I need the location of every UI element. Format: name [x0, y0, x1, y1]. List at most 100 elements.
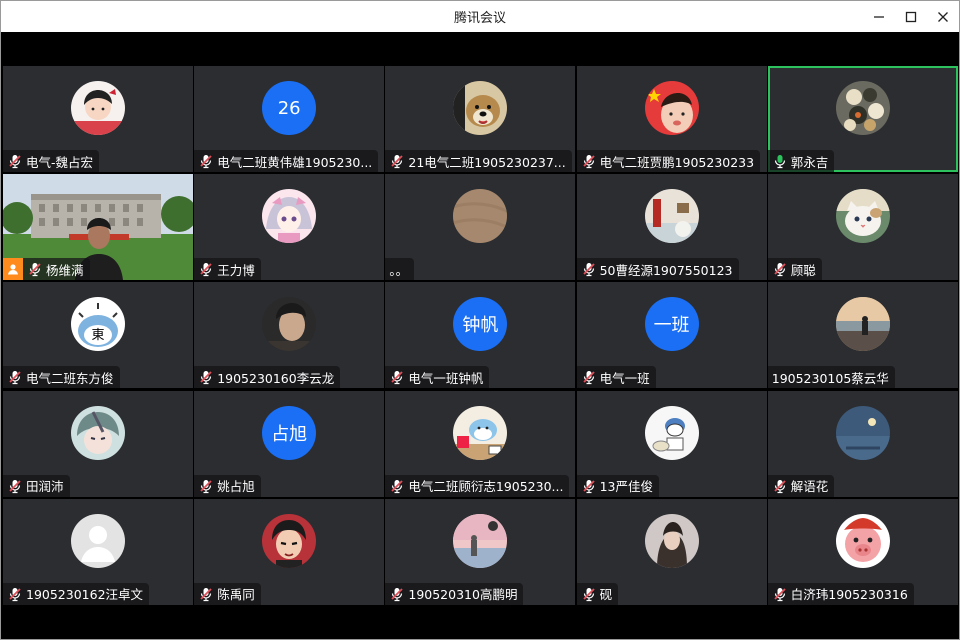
participant-tile[interactable]: 郭永吉: [767, 66, 958, 172]
participant-tile[interactable]: 21电气二班1905230237...: [385, 66, 576, 172]
minimize-icon: [874, 15, 884, 18]
participant-name-bar: 50曹经源1907550123: [576, 258, 739, 281]
participant-name: 190520310高鹏明: [408, 587, 518, 603]
participant-name: 电气一班钟帆: [408, 370, 484, 386]
cartoon-boy-icon: [71, 81, 125, 135]
participant-name-bar: 姚占旭: [194, 474, 261, 497]
participant-name: 1905230105蔡云华: [771, 370, 889, 386]
close-button[interactable]: [927, 1, 959, 32]
participant-name-bar: 田润沛: [3, 474, 70, 497]
participant-tile[interactable]: 电气-魏占宏: [3, 66, 193, 172]
participant-tile[interactable]: 陈禹同: [194, 498, 385, 605]
host-badge: [3, 258, 23, 281]
mic-on-icon: [774, 155, 785, 169]
participant-tile[interactable]: 钟帆电气一班钟帆: [385, 282, 576, 389]
participant-tile[interactable]: 电气二班贾鹏1905230233: [576, 66, 767, 172]
participant-name: 50曹经源1907550123: [599, 262, 733, 278]
mic-muted-icon: [582, 587, 595, 601]
window-title: 腾讯会议: [453, 11, 506, 26]
participant-name-bar: 电气二班东方俊: [3, 366, 120, 389]
participant-tile[interactable]: 电气二班顾衍志1905230...: [385, 390, 576, 497]
cat-icon: [835, 189, 890, 244]
mic-muted-icon: [774, 479, 786, 493]
participant-name-bar: 电气一班钟帆: [385, 366, 490, 389]
wood-icon: [453, 189, 508, 244]
participant-tile[interactable]: 顾聪: [767, 174, 958, 281]
participant-tile[interactable]: 杨维满: [3, 174, 193, 281]
participant-name-bar: 1905230160李云龙: [194, 366, 341, 389]
participant-name-bar: 13严佳俊: [576, 474, 659, 497]
food-icon: [835, 81, 890, 135]
table-icon: [644, 189, 699, 244]
piggy-icon: [835, 513, 890, 568]
participant-tile[interactable]: 砚: [576, 498, 767, 605]
participant-tile[interactable]: 26 电气二班黄伟雄1905230...: [194, 66, 385, 172]
participant-name-bar: 电气-魏占宏: [3, 150, 100, 172]
participant-name-bar: 砚: [576, 582, 619, 605]
participant-tile[interactable]: 占旭姚占旭: [194, 390, 385, 497]
mic-muted-icon: [200, 371, 212, 385]
mic-muted-icon: [391, 371, 404, 385]
maximize-button[interactable]: [895, 1, 927, 32]
participant-tile[interactable]: 1905230162汪卓文: [3, 498, 193, 605]
participant-tile[interactable]: 東电气二班东方俊: [3, 282, 193, 389]
participant-name-bar: 电气一班: [576, 366, 656, 389]
participant-name: 陈禹同: [217, 587, 255, 603]
participant-tile[interactable]: 王力博: [194, 174, 385, 281]
participant-name: 1905230162汪卓文: [26, 587, 144, 603]
mic-muted-icon: [200, 587, 212, 601]
participant-name-bar: 190520310高鹏明: [385, 582, 524, 605]
participant-tile[interactable]: 190520310高鹏明: [385, 498, 576, 605]
avatar-text: 钟帆: [462, 315, 499, 337]
participant-tile[interactable]: 解语花: [767, 390, 958, 497]
participant-name-bar: 解语花: [767, 474, 835, 497]
participant-tile[interactable]: 1905230160李云龙: [194, 282, 385, 389]
participant-name: 解语花: [790, 479, 829, 495]
participant-name-bar: 电气二班贾鹏1905230233: [576, 150, 761, 172]
moon-icon: [835, 405, 890, 460]
participant-tile[interactable]: 白济玮1905230316: [767, 498, 958, 605]
shark-icon: 東: [71, 297, 125, 352]
participant-tile[interactable]: 一班电气一班: [576, 282, 767, 389]
participant-tile[interactable]: 。。: [385, 174, 576, 281]
participant-name: 姚占旭: [217, 479, 255, 495]
participant-name: 21电气二班1905230237...: [408, 154, 566, 170]
mic-muted-icon: [200, 479, 212, 493]
maximize-icon: [905, 11, 917, 22]
participant-name-bar: 王力博: [194, 258, 261, 281]
participant-name-bar: 白济玮1905230316: [767, 582, 914, 605]
participant-name: 电气-魏占宏: [26, 154, 94, 170]
mic-muted-icon: [582, 479, 595, 493]
mic-muted-icon: [391, 587, 404, 601]
close-icon: [938, 11, 948, 22]
child-flag-icon: [644, 81, 699, 135]
mic-muted-icon: [582, 155, 595, 169]
participant-tile[interactable]: 13严佳俊: [576, 390, 767, 497]
participant-name-bar: 21电气二班1905230237...: [385, 150, 572, 172]
mic-muted-icon: [9, 479, 21, 493]
anime-girl-icon: [262, 189, 317, 244]
participant-name-bar: 陈禹同: [194, 582, 261, 605]
participant-name: 杨维满: [46, 262, 84, 278]
participant-tile[interactable]: 1905230105蔡云华: [767, 282, 958, 389]
participant-tile[interactable]: 50曹经源1907550123: [576, 174, 767, 281]
mic-muted-icon: [9, 371, 21, 385]
avatar-text: 占旭: [271, 423, 308, 445]
participant-name: 。。: [389, 262, 409, 278]
mic-muted-icon: [9, 587, 21, 601]
participant-name-bar: 顾聪: [767, 258, 822, 281]
girl-portrait-icon: [644, 513, 699, 568]
svg-text:東: 東: [91, 327, 104, 343]
participant-name-bar: 1905230162汪卓文: [3, 582, 150, 605]
avatar-initials: 一班: [644, 297, 699, 352]
participant-name: 电气二班东方俊: [26, 370, 114, 386]
participant-name-bar: 郭永吉: [767, 150, 835, 172]
participant-name: 电气二班顾衍志1905230...: [408, 479, 564, 495]
participant-tile[interactable]: 田润沛: [3, 390, 193, 497]
window-controls: [863, 1, 959, 32]
cartoon-sketch-icon: [644, 405, 699, 460]
mic-muted-icon: [9, 155, 21, 169]
participant-grid: 电气-魏占宏 26 电气二班黄伟雄1905230... 21电气二班190523023…: [3, 66, 958, 605]
minimize-button[interactable]: [863, 1, 895, 32]
avatar-initials: 占旭: [262, 405, 317, 460]
